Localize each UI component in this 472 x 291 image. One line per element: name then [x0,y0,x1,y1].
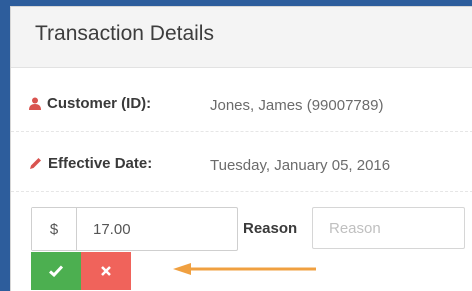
effective-date-label-text: Effective Date: [48,155,153,172]
reason-label: Reason [243,220,298,237]
check-icon [49,265,63,277]
effective-date-value: Tuesday, January 05, 2016 [210,157,391,174]
panel-title: Transaction Details [35,22,214,45]
panel-header: Transaction Details [11,7,472,68]
amount-input[interactable]: 17.00 [77,208,237,250]
effective-date-label: Effective Date: [29,155,152,172]
customer-label-text: Customer (ID): [47,95,152,112]
customer-label: Customer (ID): [29,95,151,112]
confirm-button[interactable] [31,252,81,290]
cancel-button[interactable] [81,252,131,290]
pencil-icon [30,158,41,169]
x-icon [101,266,111,276]
reason-input[interactable] [312,207,465,249]
annotation-arrow [173,263,316,275]
row-divider [11,130,472,132]
transaction-details-panel: Transaction Details Customer (ID): Jones… [10,6,472,291]
user-icon [29,97,41,110]
amount-input-group: $ 17.00 [31,207,238,251]
customer-value: Jones, James (99007789) [210,97,384,114]
row-divider [11,190,472,192]
currency-addon: $ [32,208,77,250]
